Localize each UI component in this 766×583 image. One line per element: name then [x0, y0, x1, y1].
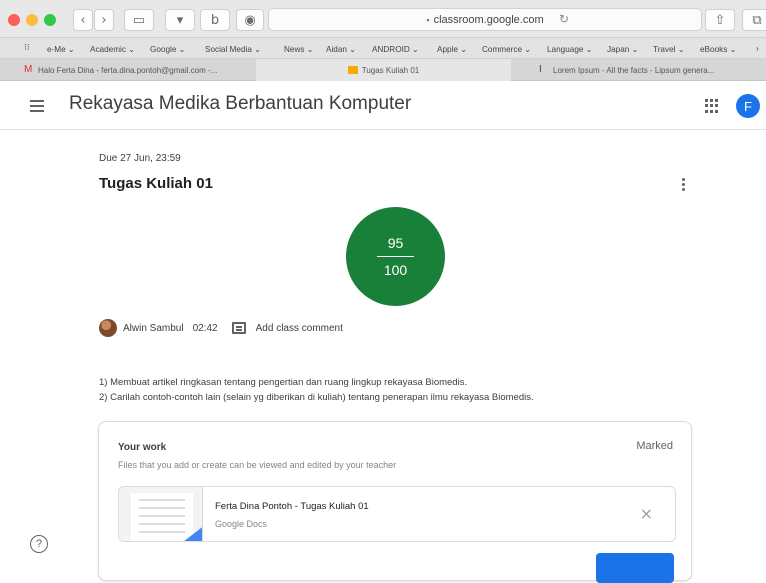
- close-window-button[interactable]: [8, 14, 20, 26]
- bookmark-item[interactable]: Travel ⌄: [653, 44, 685, 54]
- class-title[interactable]: Rekayasa Medika Berbantuan Komputer: [69, 93, 411, 115]
- grade-divider: [377, 256, 414, 257]
- bookmark-item[interactable]: Social Media ⌄: [205, 44, 261, 54]
- b-logo-icon: b: [210, 12, 220, 28]
- comment-author: Alwin Sambul: [123, 322, 184, 334]
- bookmark-item[interactable]: Language ⌄: [547, 44, 593, 54]
- due-date: Due 27 Jun, 23:59: [99, 153, 181, 164]
- attachment-name: Ferta Dina Pontoh - Tugas Kuliah 01: [215, 501, 369, 512]
- attachment-item[interactable]: Ferta Dina Pontoh - Tugas Kuliah 01 Goog…: [118, 486, 676, 542]
- bookmark-item[interactable]: eBooks ⌄: [700, 44, 736, 54]
- tab-classroom[interactable]: Tugas Kuliah 01: [256, 59, 511, 81]
- bookmark-item[interactable]: Apple ⌄: [437, 44, 467, 54]
- share-button[interactable]: ⇧: [705, 9, 735, 31]
- grade-score: 95: [387, 235, 404, 251]
- instruction-line: 2) Carilah contoh-contoh lain (selain yg…: [99, 392, 534, 403]
- add-class-comment-link[interactable]: Add class comment: [256, 323, 343, 334]
- grade-circle: 95 100: [346, 207, 445, 306]
- google-apps-icon[interactable]: [705, 99, 719, 113]
- tab-strip: M Halo Ferta Dina - ferta.dina.pontoh@gm…: [0, 59, 766, 81]
- tab-gmail[interactable]: M Halo Ferta Dina - ferta.dina.pontoh@gm…: [0, 59, 256, 81]
- grid-bookmarks-icon[interactable]: ⁝⁝: [24, 42, 30, 53]
- bookmark-item[interactable]: Academic ⌄: [90, 44, 135, 54]
- pocket-button[interactable]: ▾: [165, 9, 195, 31]
- bookmark-item[interactable]: Japan ⌄: [607, 44, 638, 54]
- chevron-right-icon: ›: [101, 12, 107, 28]
- your-work-subtitle: Files that you add or create can be view…: [118, 460, 397, 470]
- classroom-header: Rekayasa Medika Berbantuan Komputer F: [0, 81, 766, 130]
- instruction-line: 1) Membuat artikel ringkasan tentang pen…: [99, 377, 468, 388]
- bookmarks-bar: ⁝⁝ e-Me ⌄ Academic ⌄ Google ⌄ Social Med…: [0, 38, 766, 59]
- lipsum-icon: I: [539, 64, 542, 75]
- menu-icon[interactable]: [30, 97, 50, 113]
- more-options-icon[interactable]: [676, 175, 690, 193]
- bookmark-item[interactable]: ANDROID ⌄: [372, 44, 419, 54]
- bookmark-item[interactable]: Aidan ⌄: [326, 44, 356, 54]
- help-icon[interactable]: ?: [30, 535, 48, 553]
- gmail-icon: M: [24, 64, 33, 75]
- show-tabs-button[interactable]: ⧉: [742, 9, 766, 31]
- back-button[interactable]: ‹: [73, 9, 93, 31]
- account-avatar[interactable]: F: [736, 94, 760, 118]
- chevron-left-icon: ‹: [80, 12, 86, 28]
- adblock-icon: ◉: [244, 12, 256, 28]
- attachment-type: Google Docs: [215, 519, 268, 529]
- grade-max: 100: [383, 262, 408, 278]
- sidebar-button[interactable]: ▭: [124, 9, 154, 31]
- document-thumbnail: [119, 487, 203, 541]
- minimize-window-button[interactable]: [26, 14, 38, 26]
- tabs-overview-icon: ⧉: [752, 12, 762, 28]
- tab-label: Lorem Ipsum - All the facts - Lipsum gen…: [553, 65, 715, 75]
- lock-icon: ▪: [426, 14, 430, 25]
- classroom-icon: [347, 66, 358, 74]
- comment-icon[interactable]: [231, 322, 246, 334]
- comment-time: 02:42: [192, 322, 218, 334]
- browser-window: ‹ › ▭ ▾ b ◉ ▪ classroom.google.com ↻ ⇧ ⧉: [0, 0, 766, 583]
- tab-label: Tugas Kuliah 01: [361, 65, 420, 75]
- tab-label: Halo Ferta Dina - ferta.dina.pontoh@gmai…: [38, 65, 218, 75]
- assignment-title: Tugas Kuliah 01: [99, 175, 213, 192]
- forward-button[interactable]: ›: [94, 9, 114, 31]
- work-status: Marked: [636, 440, 673, 452]
- zoom-window-button[interactable]: [44, 14, 56, 26]
- unsubmit-button[interactable]: [596, 553, 674, 583]
- share-icon: ⇧: [714, 12, 726, 28]
- remove-attachment-icon[interactable]: ×: [640, 504, 653, 523]
- assignment-instructions: 1) Membuat artikel ringkasan tentang pen…: [99, 375, 534, 405]
- teacher-avatar: [99, 319, 117, 337]
- extension-b-button[interactable]: b: [200, 9, 230, 31]
- comment-row: Alwin Sambul 02:42 Add class comment: [99, 318, 343, 338]
- sidebar-icon: ▭: [132, 12, 146, 28]
- your-work-title: Your work: [118, 442, 167, 453]
- bookmark-item[interactable]: Commerce ⌄: [482, 44, 531, 54]
- your-work-card: Your work Marked Files that you add or c…: [98, 421, 692, 583]
- bookmark-item[interactable]: News ⌄: [284, 44, 314, 54]
- bookmark-overflow[interactable]: ›: [756, 44, 759, 53]
- extension-adblock-button[interactable]: ◉: [236, 9, 264, 31]
- bookmark-item[interactable]: Google ⌄: [150, 44, 186, 54]
- pocket-icon: ▾: [176, 12, 184, 28]
- bookmark-item[interactable]: e-Me ⌄: [47, 44, 75, 54]
- address-bar[interactable]: ▪ classroom.google.com ↻: [268, 8, 702, 31]
- browser-toolbar: ‹ › ▭ ▾ b ◉ ▪ classroom.google.com ↻ ⇧ ⧉: [0, 0, 766, 38]
- reload-icon[interactable]: ↻: [559, 12, 569, 26]
- url-text: classroom.google.com: [433, 13, 544, 26]
- tab-lipsum[interactable]: I Lorem Ipsum - All the facts - Lipsum g…: [511, 59, 766, 81]
